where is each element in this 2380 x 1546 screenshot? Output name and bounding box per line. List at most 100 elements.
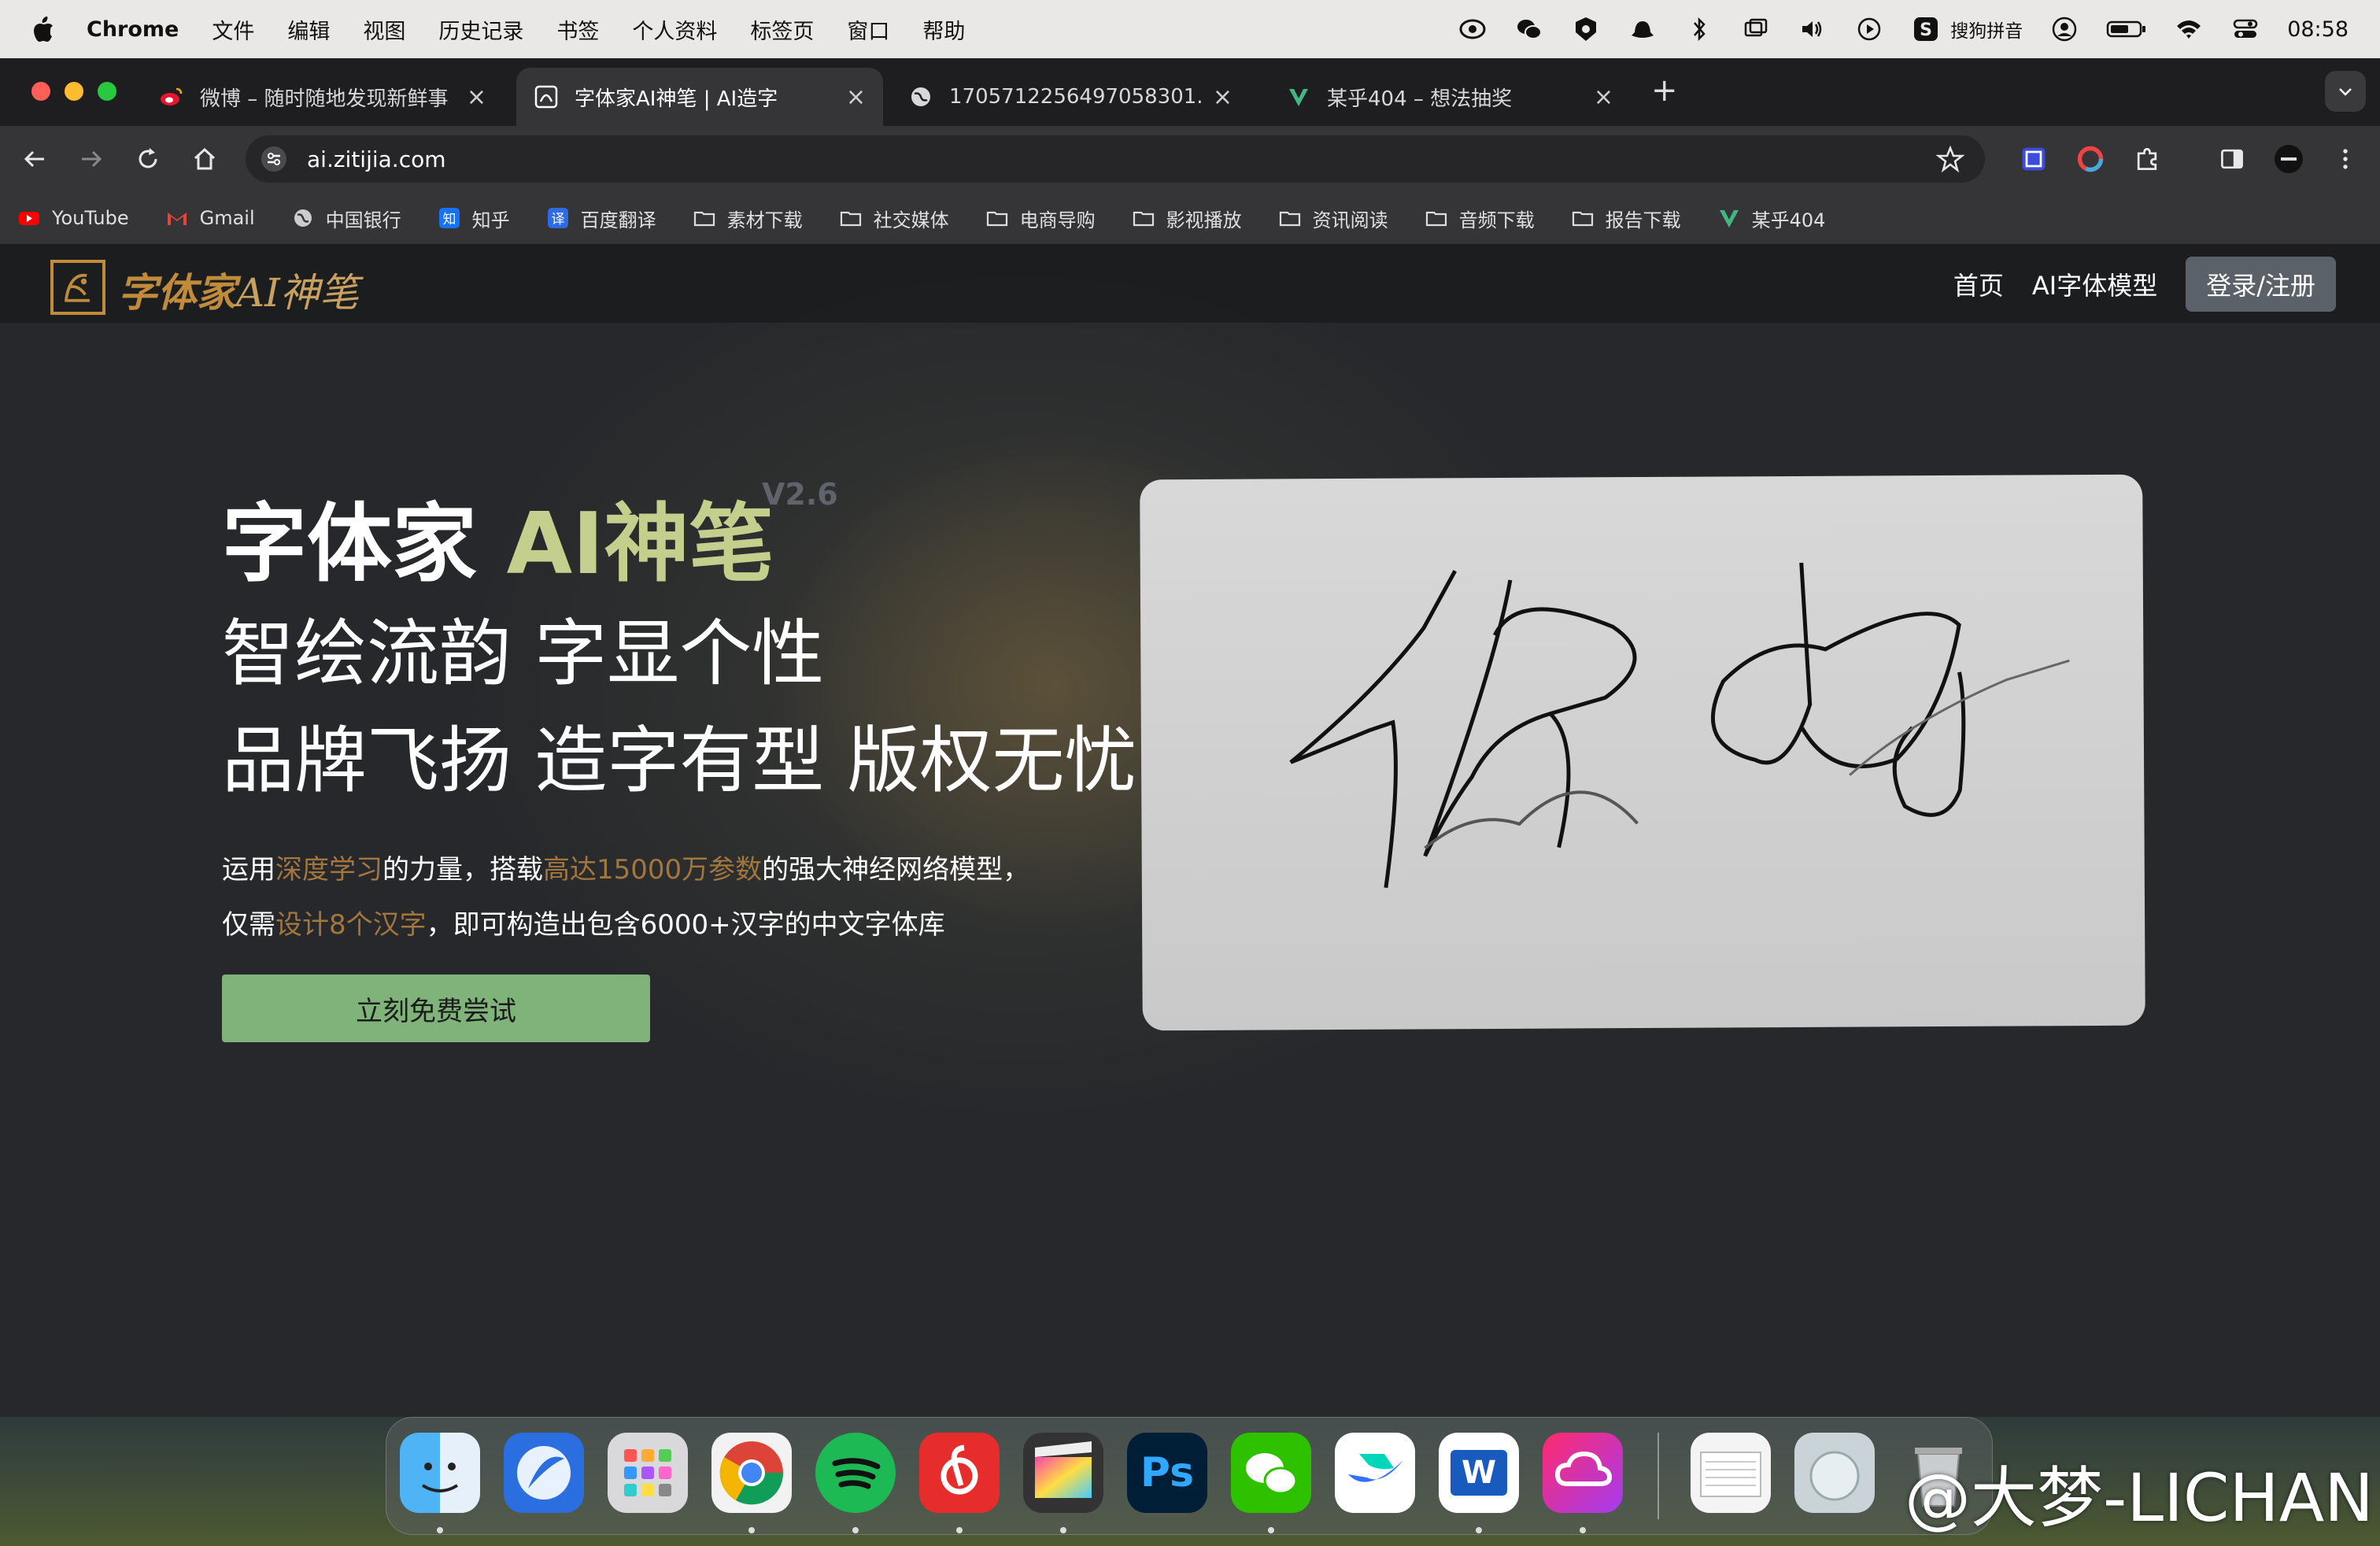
extension-color-icon[interactable]: [2075, 143, 2106, 175]
forward-button[interactable]: [74, 142, 109, 176]
bookmark-folder-reports[interactable]: 报告下载: [1571, 205, 1681, 232]
safari-icon[interactable]: [504, 1433, 584, 1513]
user-status-icon[interactable]: [2049, 16, 2079, 43]
lark-icon[interactable]: [1335, 1433, 1415, 1513]
menu-help[interactable]: 帮助: [922, 14, 965, 45]
profile-avatar-icon[interactable]: [2273, 143, 2304, 175]
menu-view[interactable]: 视图: [363, 14, 405, 45]
bookmark-label: 影视播放: [1166, 209, 1242, 231]
bookmark-mouhu[interactable]: 某乎404: [1717, 205, 1825, 232]
screen-mirroring-icon[interactable]: [1741, 16, 1771, 43]
menu-window[interactable]: 窗口: [847, 14, 889, 45]
control-center-icon[interactable]: [2230, 16, 2260, 43]
logo-text-cn: 字体家: [118, 269, 236, 316]
dock-running-indicator: [748, 1527, 755, 1533]
netease-music-icon[interactable]: [919, 1433, 1000, 1513]
bookmark-label: 资讯阅读: [1312, 209, 1388, 231]
close-tab-icon[interactable]: ×: [1594, 83, 1613, 111]
tab-zitijia[interactable]: 字体家AI神笔 | AI造字 ×: [516, 68, 883, 126]
bookmark-star-icon[interactable]: [1936, 145, 1964, 173]
bookmark-folder-materials[interactable]: 素材下载: [693, 205, 803, 232]
bookmark-baidu-translate[interactable]: 译 百度翻译: [546, 205, 656, 232]
version-badge: V2.6: [762, 477, 838, 512]
zoom-window-button[interactable]: [98, 82, 116, 101]
menubar-clock[interactable]: 08:58: [2287, 17, 2349, 42]
word-icon[interactable]: W: [1439, 1433, 1519, 1513]
dock-running-indicator: [1580, 1527, 1586, 1533]
bookmark-zhihu[interactable]: 知 知乎: [438, 205, 510, 232]
home-button[interactable]: [187, 142, 222, 176]
menu-file[interactable]: 文件: [212, 14, 254, 45]
menu-history[interactable]: 历史记录: [438, 14, 523, 45]
bookmark-folder-social[interactable]: 社交媒体: [839, 205, 949, 232]
chrome-icon[interactable]: [711, 1433, 792, 1513]
nav-model-link[interactable]: AI字体模型: [2032, 266, 2157, 302]
finder-icon[interactable]: [400, 1433, 480, 1513]
minimize-window-button[interactable]: [65, 82, 83, 101]
new-tab-button[interactable]: +: [1651, 72, 1678, 109]
menu-app-name[interactable]: Chrome: [87, 17, 179, 42]
creative-cloud-status-icon[interactable]: [1458, 16, 1488, 43]
bookmark-folder-news[interactable]: 资讯阅读: [1278, 205, 1388, 232]
bookmark-boc[interactable]: 中国银行: [291, 205, 401, 232]
extension-image-icon[interactable]: [2018, 143, 2049, 175]
final-cut-icon[interactable]: [1023, 1433, 1103, 1513]
menu-edit[interactable]: 编辑: [287, 14, 330, 45]
battery-icon[interactable]: [2106, 16, 2147, 43]
bookmark-youtube[interactable]: YouTube: [17, 206, 129, 230]
bookmark-gmail[interactable]: Gmail: [165, 206, 255, 230]
home-icon: [194, 147, 216, 170]
bookmark-folder-audio[interactable]: 音频下载: [1425, 205, 1535, 232]
photoshop-icon[interactable]: Ps: [1127, 1433, 1207, 1513]
address-bar[interactable]: ai.zitijia.com: [246, 135, 1985, 183]
tab-mouhu[interactable]: 某乎404 – 想法抽奖 ×: [1269, 68, 1631, 126]
url-text[interactable]: ai.zitijia.com: [307, 146, 446, 172]
side-panel-icon[interactable]: [2216, 143, 2248, 175]
bluetooth-icon[interactable]: [1684, 16, 1714, 43]
sogou-input-icon[interactable]: S: [1911, 16, 1941, 43]
close-tab-icon[interactable]: ×: [1213, 83, 1232, 111]
close-tab-icon[interactable]: ×: [846, 83, 866, 111]
login-register-button[interactable]: 登录/注册: [2186, 257, 2336, 312]
try-free-button[interactable]: 立刻免费尝试: [222, 975, 650, 1042]
spotify-icon[interactable]: [815, 1433, 896, 1513]
close-window-button[interactable]: [31, 82, 50, 101]
tab-weibo[interactable]: 微博 – 随时随地发现新鲜事 ×: [142, 68, 504, 126]
nav-home-link[interactable]: 首页: [1953, 266, 2004, 302]
play-status-icon[interactable]: [1854, 16, 1884, 43]
image-stack-icon[interactable]: [1794, 1433, 1875, 1513]
close-tab-icon[interactable]: ×: [467, 83, 486, 111]
wechat-status-icon[interactable]: [1514, 16, 1544, 43]
creative-cloud-icon[interactable]: [1543, 1433, 1623, 1513]
shield-status-icon[interactable]: [1571, 16, 1601, 43]
tab-image[interactable]: 1705712256497058301.png ×: [891, 68, 1250, 126]
reload-button[interactable]: [131, 142, 165, 176]
site-logo-text[interactable]: 字体家AI神笔: [118, 261, 359, 318]
menu-bookmarks[interactable]: 书签: [556, 14, 599, 45]
bookmark-label: 百度翻译: [580, 209, 656, 231]
hat-status-icon[interactable]: [1628, 16, 1658, 43]
dock-separator: [1658, 1433, 1659, 1519]
site-info-icon[interactable]: [260, 145, 288, 173]
extensions-puzzle-icon[interactable]: [2131, 143, 2163, 175]
document-stack-icon[interactable]: [1691, 1433, 1771, 1513]
back-button[interactable]: [17, 142, 52, 176]
bookmark-label: 音频下载: [1458, 209, 1535, 231]
apple-icon[interactable]: [31, 16, 55, 43]
volume-icon[interactable]: [1798, 16, 1828, 43]
wechat-icon[interactable]: [1231, 1433, 1311, 1513]
bookmark-folder-shopping[interactable]: 电商导购: [985, 205, 1096, 232]
wifi-icon[interactable]: [2174, 16, 2204, 43]
macos-menubar: Chrome 文件 编辑 视图 历史记录 书签 个人资料 标签页 窗口 帮助 S…: [0, 0, 2380, 58]
window-controls: [31, 82, 116, 101]
handwriting-demo-canvas[interactable]: [1140, 474, 2145, 1031]
menu-profile[interactable]: 个人资料: [632, 14, 717, 45]
tab-search-button[interactable]: [2325, 71, 2366, 112]
bookmark-folder-video[interactable]: 影视播放: [1132, 205, 1242, 232]
folder-icon: [693, 206, 716, 230]
more-menu-icon[interactable]: [2330, 143, 2361, 175]
site-logo-icon[interactable]: [50, 260, 105, 315]
launchpad-icon[interactable]: [608, 1433, 688, 1513]
input-method-label[interactable]: 搜狗拼音: [1950, 16, 2023, 43]
menu-tabs[interactable]: 标签页: [750, 14, 814, 45]
